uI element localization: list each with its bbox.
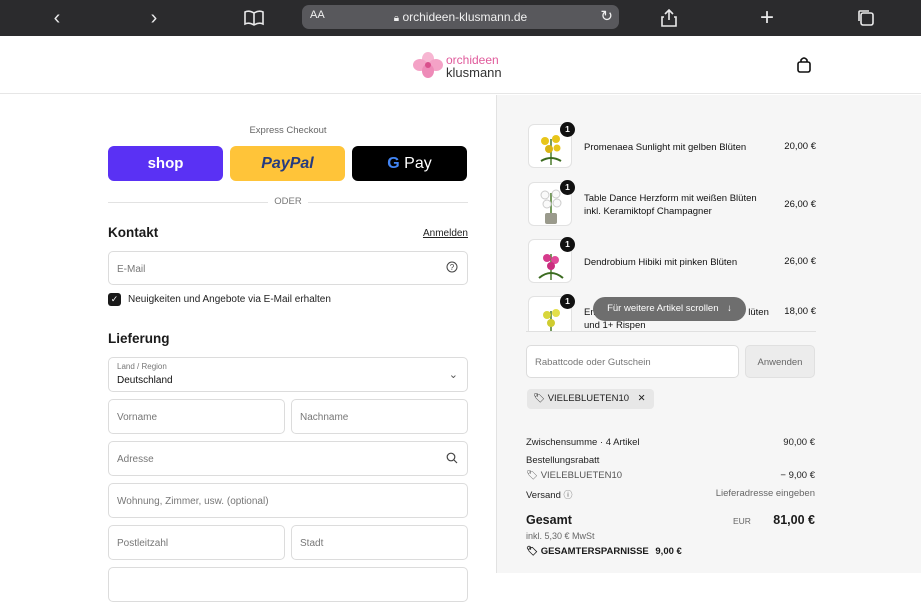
remove-code-icon[interactable]: ✕ <box>638 393 646 404</box>
google-pay-label: Pay <box>404 155 432 172</box>
chevron-down-icon: ⌄ <box>448 369 458 381</box>
email-placeholder: E-Mail <box>117 264 146 275</box>
discount-code-row: 🏷︎ VIELEBLUETEN10 − 9,00 € <box>526 470 815 481</box>
shop-pay-button[interactable]: shop <box>108 146 223 181</box>
country-value: Deutschland <box>117 375 173 386</box>
item-price: 18,00 € <box>784 306 816 317</box>
firstname-field[interactable]: Vorname <box>108 399 285 434</box>
zip-field[interactable]: Postleitzahl <box>108 525 285 560</box>
lock-icon: 🔒︎ <box>393 13 400 24</box>
shipping-label: Versand <box>526 490 561 501</box>
apartment-field[interactable]: Wohnung, Zimmer, usw. (optional) <box>108 483 468 518</box>
orchid-icon <box>413 52 443 78</box>
item-name-end: lüten <box>748 307 769 318</box>
tag-icon: 🏷︎ <box>526 470 539 481</box>
discount-label: Bestellungsrabatt <box>526 455 600 466</box>
email-field[interactable]: E-Mail ? <box>108 251 468 285</box>
newsletter-label: Neuigkeiten und Angebote via E-Mail erha… <box>128 294 331 305</box>
google-pay-button[interactable]: G Pay <box>352 146 467 181</box>
item-name: Dendrobium Hibiki mit pinken Blüten <box>584 257 738 268</box>
cart-item: 1 Table Dance Herzform mit weißen Blüten… <box>526 178 816 228</box>
country-select[interactable]: Land / Region Deutschland ⌄ <box>108 357 468 392</box>
contact-title: Kontakt <box>108 225 159 240</box>
shipping-value: Lieferadresse eingeben <box>715 488 815 499</box>
savings-label: GESAMTERSPARNISSE <box>540 546 649 557</box>
subtotal-label: Zwischensumme · 4 Artikel <box>526 437 640 448</box>
delivery-title: Lieferung <box>108 331 170 346</box>
item-price: 20,00 € <box>784 141 816 152</box>
svg-text:?: ? <box>450 263 455 272</box>
browser-toolbar: ‹ › AA 🔒︎ orchideen-klusmann.de ↻ + <box>0 0 921 36</box>
cart-item: 1 Promenaea Sunlight mit gelben Blüten 2… <box>526 120 816 170</box>
scroll-hint-label: Für weitere Artikel scrollen <box>607 303 719 314</box>
item-name-line2: und 1+ Rispen <box>584 320 646 331</box>
savings-row: 🏷︎ GESAMTERSPARNISSE 9,00 € <box>526 546 682 557</box>
checkout-form: Express Checkout shop PayPal G Pay ODER … <box>0 95 496 602</box>
coupon-placeholder: Rabattcode oder Gutschein <box>535 357 651 368</box>
item-name: Table Dance Herzform mit weißen Blüten i… <box>584 193 757 217</box>
item-price: 26,00 € <box>784 256 816 267</box>
bookmarks-icon[interactable] <box>243 6 265 30</box>
shopping-bag-icon[interactable] <box>795 56 813 74</box>
divider-label: ODER <box>268 196 308 207</box>
tax-label: inkl. 5,30 € MwSt <box>526 531 595 541</box>
city-placeholder: Stadt <box>300 538 324 549</box>
quantity-badge: 1 <box>560 122 575 137</box>
zip-placeholder: Postleitzahl <box>117 538 169 549</box>
arrow-down-icon: ↓ <box>727 303 732 314</box>
lastname-field[interactable]: Nachname <box>291 399 468 434</box>
site-header: orchideen klusmann <box>0 36 921 94</box>
quantity-badge: 1 <box>560 237 575 252</box>
firstname-placeholder: Vorname <box>117 412 158 423</box>
tabs-icon[interactable] <box>856 6 876 30</box>
applied-code-tag: 🏷︎ VIELEBLUETEN10 ✕ <box>527 389 654 409</box>
total-label: Gesamt <box>526 513 572 527</box>
google-g-icon: G <box>387 155 400 172</box>
quantity-badge: 1 <box>560 294 575 309</box>
login-link[interactable]: Anmelden <box>410 228 468 239</box>
brand-logo[interactable]: orchideen klusmann <box>413 51 513 81</box>
search-icon <box>446 452 458 467</box>
share-icon[interactable] <box>660 6 678 30</box>
lastname-placeholder: Nachname <box>300 412 349 423</box>
city-field[interactable]: Stadt <box>291 525 468 560</box>
tag-icon: 🏷︎ <box>533 393 546 404</box>
express-checkout-label: Express Checkout <box>249 125 327 136</box>
discount-row: Bestellungsrabatt <box>526 455 815 466</box>
subtotal-row: Zwischensumme · 4 Artikel 90,00 € <box>526 437 815 448</box>
new-tab-icon[interactable]: + <box>758 6 776 30</box>
apartment-placeholder: Wohnung, Zimmer, usw. (optional) <box>117 496 269 507</box>
tag-icon: 🏷︎ <box>526 546 539 557</box>
total-currency: EUR <box>733 516 751 526</box>
help-icon[interactable]: ⓘ <box>564 490 573 500</box>
item-price: 26,00 € <box>784 199 816 210</box>
quantity-badge: 1 <box>560 180 575 195</box>
apply-coupon-button[interactable]: Anwenden <box>745 345 815 378</box>
discount-value: − 9,00 € <box>780 470 815 481</box>
newsletter-checkbox[interactable]: ✓ <box>108 293 121 306</box>
address-bar[interactable]: AA 🔒︎ orchideen-klusmann.de ↻ <box>302 5 619 29</box>
address-field[interactable]: Adresse <box>108 441 468 476</box>
subtotal-value: 90,00 € <box>783 437 815 448</box>
coupon-input[interactable]: Rabattcode oder Gutschein <box>526 345 739 378</box>
country-label: Land / Region <box>117 362 167 371</box>
cart-item: 1 Dendrobium Hibiki mit pinken Blüten 26… <box>526 235 816 285</box>
next-field[interactable] <box>108 567 468 602</box>
url-text: orchideen-klusmann.de <box>402 10 528 24</box>
address-placeholder: Adresse <box>117 454 154 465</box>
reload-icon[interactable]: ↻ <box>600 7 613 25</box>
brand-name-line2: klusmann <box>446 65 502 80</box>
forward-icon[interactable]: › <box>145 6 163 30</box>
help-icon[interactable]: ? <box>446 261 458 276</box>
paypal-button[interactable]: PayPal <box>230 146 345 181</box>
item-name: Promenaea Sunlight mit gelben Blüten <box>584 142 747 153</box>
back-icon[interactable]: ‹ <box>48 6 66 30</box>
shipping-row: Versand ⓘ Lieferadresse eingeben <box>526 488 815 501</box>
scroll-hint-button[interactable]: Für weitere Artikel scrollen ↓ <box>593 297 746 321</box>
applied-code: VIELEBLUETEN10 <box>547 393 630 404</box>
savings-value: 9,00 € <box>655 546 682 557</box>
total-value: 81,00 € <box>773 513 815 527</box>
discount-code: VIELEBLUETEN10 <box>540 470 623 481</box>
order-summary: 1 Promenaea Sunlight mit gelben Blüten 2… <box>496 95 921 573</box>
